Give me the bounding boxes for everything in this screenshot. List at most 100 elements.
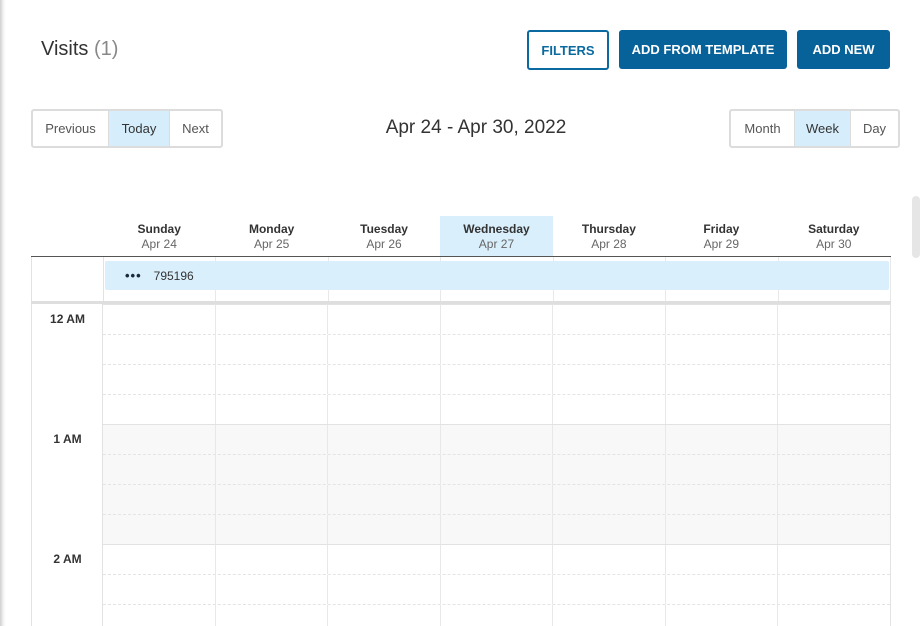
- time-cell[interactable]: [103, 305, 216, 334]
- time-cell[interactable]: [328, 545, 441, 574]
- time-cell[interactable]: [666, 395, 779, 424]
- time-cell[interactable]: [103, 395, 216, 424]
- time-cell[interactable]: [666, 305, 779, 334]
- time-cell[interactable]: [553, 485, 666, 514]
- time-cell[interactable]: [216, 335, 329, 364]
- time-cell[interactable]: [216, 455, 329, 484]
- time-cell[interactable]: [553, 575, 666, 604]
- time-cell[interactable]: [666, 365, 779, 394]
- time-cell[interactable]: [778, 365, 890, 394]
- time-cell[interactable]: [103, 545, 216, 574]
- day-name: Thursday: [581, 222, 636, 236]
- time-cell[interactable]: [103, 575, 216, 604]
- time-cell[interactable]: [778, 425, 890, 454]
- time-cell[interactable]: [553, 545, 666, 574]
- time-cell[interactable]: [103, 515, 216, 544]
- time-cell[interactable]: [778, 545, 890, 574]
- time-cell[interactable]: [778, 485, 890, 514]
- time-cell[interactable]: [328, 335, 441, 364]
- time-cell[interactable]: [216, 605, 329, 626]
- month-view-button[interactable]: Month: [731, 111, 795, 146]
- time-cell[interactable]: [103, 605, 216, 626]
- time-cell[interactable]: [328, 515, 441, 544]
- time-cell[interactable]: [441, 335, 554, 364]
- time-label-2am: 2 AM: [53, 552, 82, 566]
- time-cell[interactable]: [441, 545, 554, 574]
- time-cell[interactable]: [778, 305, 890, 334]
- time-cell[interactable]: [778, 605, 890, 626]
- time-cell[interactable]: [778, 575, 890, 604]
- time-cell[interactable]: [216, 575, 329, 604]
- time-cell[interactable]: [441, 395, 554, 424]
- view-switcher: Month Week Day: [729, 109, 900, 148]
- time-cell[interactable]: [441, 485, 554, 514]
- time-cell[interactable]: [553, 335, 666, 364]
- day-view-button[interactable]: Day: [851, 111, 898, 146]
- visit-event[interactable]: ••• 795196: [105, 261, 889, 290]
- time-cell[interactable]: [216, 425, 329, 454]
- time-cell[interactable]: [103, 485, 216, 514]
- time-cell[interactable]: [441, 365, 554, 394]
- time-cell[interactable]: [778, 335, 890, 364]
- time-cell[interactable]: [553, 305, 666, 334]
- week-view-button[interactable]: Week: [795, 111, 851, 146]
- day-header-saturday: Saturday Apr 30: [778, 216, 890, 256]
- next-button[interactable]: Next: [170, 111, 221, 146]
- time-cell[interactable]: [328, 455, 441, 484]
- add-new-button[interactable]: ADD NEW: [797, 30, 890, 69]
- filters-button[interactable]: FILTERS: [527, 30, 609, 70]
- time-cell[interactable]: [328, 575, 441, 604]
- slot-cells: [103, 304, 890, 334]
- today-button[interactable]: Today: [109, 111, 170, 146]
- time-cell[interactable]: [666, 575, 779, 604]
- day-date: Apr 30: [816, 237, 852, 251]
- time-cell[interactable]: [441, 605, 554, 626]
- day-header-tuesday: Tuesday Apr 26: [328, 216, 440, 256]
- time-cell[interactable]: [441, 575, 554, 604]
- time-cell[interactable]: [103, 365, 216, 394]
- time-cell[interactable]: [666, 605, 779, 626]
- scrollbar-thumb[interactable]: [912, 196, 920, 258]
- time-cell[interactable]: [441, 515, 554, 544]
- time-cell[interactable]: [441, 425, 554, 454]
- time-cell[interactable]: [328, 485, 441, 514]
- time-cell[interactable]: [553, 515, 666, 544]
- time-cell[interactable]: [553, 455, 666, 484]
- time-cell[interactable]: [216, 515, 329, 544]
- slot-cells: [103, 484, 890, 514]
- time-cell[interactable]: [553, 605, 666, 626]
- time-cell[interactable]: [441, 455, 554, 484]
- previous-button[interactable]: Previous: [33, 111, 109, 146]
- time-cell[interactable]: [328, 425, 441, 454]
- time-cell[interactable]: [666, 335, 779, 364]
- time-cell[interactable]: [103, 455, 216, 484]
- time-cell[interactable]: [103, 425, 216, 454]
- time-cell[interactable]: [103, 335, 216, 364]
- time-cell[interactable]: [553, 395, 666, 424]
- time-cell[interactable]: [328, 365, 441, 394]
- time-cell[interactable]: [666, 425, 779, 454]
- more-horizontal-icon[interactable]: •••: [125, 268, 142, 283]
- time-cell[interactable]: [666, 485, 779, 514]
- time-cell[interactable]: [216, 485, 329, 514]
- time-cell[interactable]: [666, 455, 779, 484]
- time-cell[interactable]: [216, 395, 329, 424]
- time-cell[interactable]: [441, 305, 554, 334]
- time-cell[interactable]: [216, 305, 329, 334]
- time-cell[interactable]: [666, 515, 779, 544]
- time-cell[interactable]: [328, 395, 441, 424]
- time-cell[interactable]: [778, 455, 890, 484]
- time-cell[interactable]: [778, 395, 890, 424]
- visits-count: (1): [93, 38, 119, 60]
- time-cell[interactable]: [553, 425, 666, 454]
- time-cell[interactable]: [666, 545, 779, 574]
- time-slot: [32, 604, 890, 626]
- time-cell[interactable]: [778, 515, 890, 544]
- time-cell[interactable]: [328, 305, 441, 334]
- time-cell[interactable]: [216, 545, 329, 574]
- day-name: Wednesday: [463, 222, 530, 236]
- time-cell[interactable]: [553, 365, 666, 394]
- add-from-template-button[interactable]: ADD FROM TEMPLATE: [619, 30, 787, 69]
- time-cell[interactable]: [328, 605, 441, 626]
- time-cell[interactable]: [216, 365, 329, 394]
